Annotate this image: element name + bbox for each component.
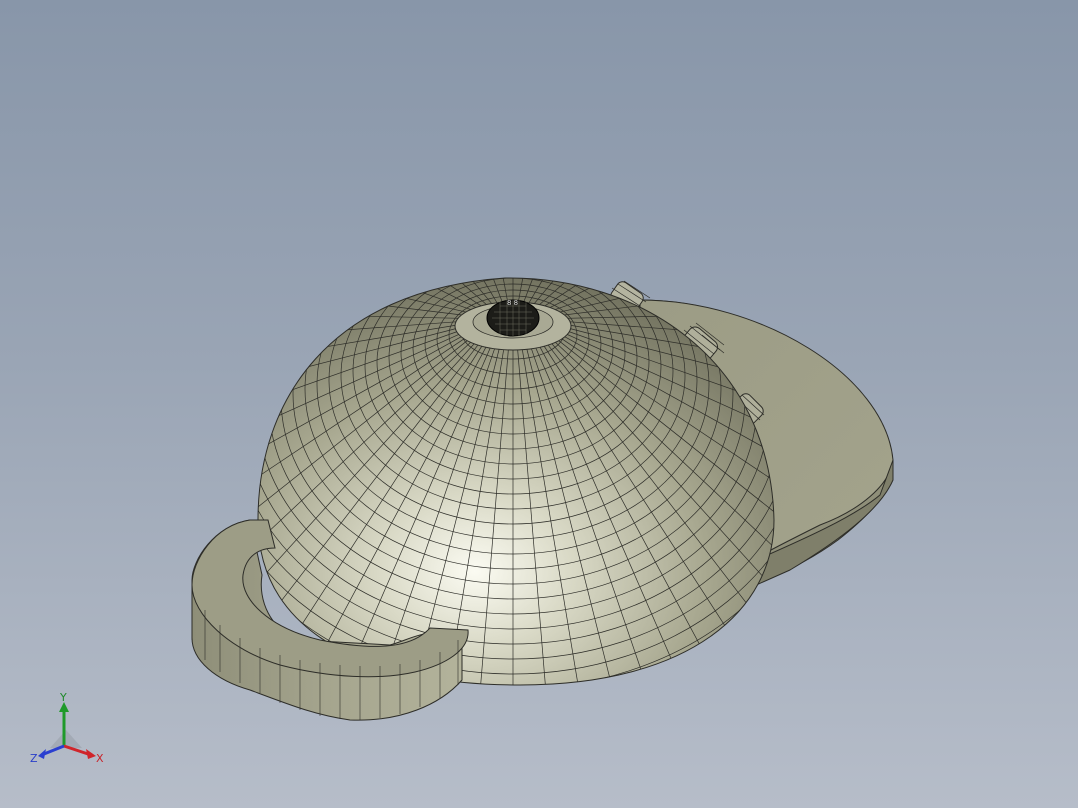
- mesh-meridian: [539, 277, 768, 313]
- mesh-meridian: [525, 277, 631, 310]
- mesh-meridian: [520, 277, 593, 309]
- triad-x-label: X: [96, 752, 104, 765]
- coordinate-triad: Y X Z: [30, 691, 104, 765]
- mesh-meridian: [258, 277, 487, 313]
- svg-text:8 8: 8 8: [507, 299, 518, 307]
- mesh-meridian: [358, 277, 497, 310]
- mesh-meridian: [258, 277, 484, 315]
- triad-z-label: Z: [30, 752, 38, 765]
- mesh-meridian: [289, 277, 490, 312]
- mesh-meridian: [433, 277, 506, 309]
- mesh-meridian: [322, 277, 494, 311]
- 3d-model[interactable]: 8 8: [0, 0, 1078, 808]
- mesh-meridian: [542, 277, 774, 315]
- mesh-meridian: [258, 277, 481, 316]
- triad-y-label: Y: [59, 691, 67, 704]
- graphics-viewport[interactable]: 8 8 Y X Z: [0, 0, 1078, 808]
- mesh-meridian: [529, 277, 668, 310]
- mesh-meridian: [395, 277, 501, 310]
